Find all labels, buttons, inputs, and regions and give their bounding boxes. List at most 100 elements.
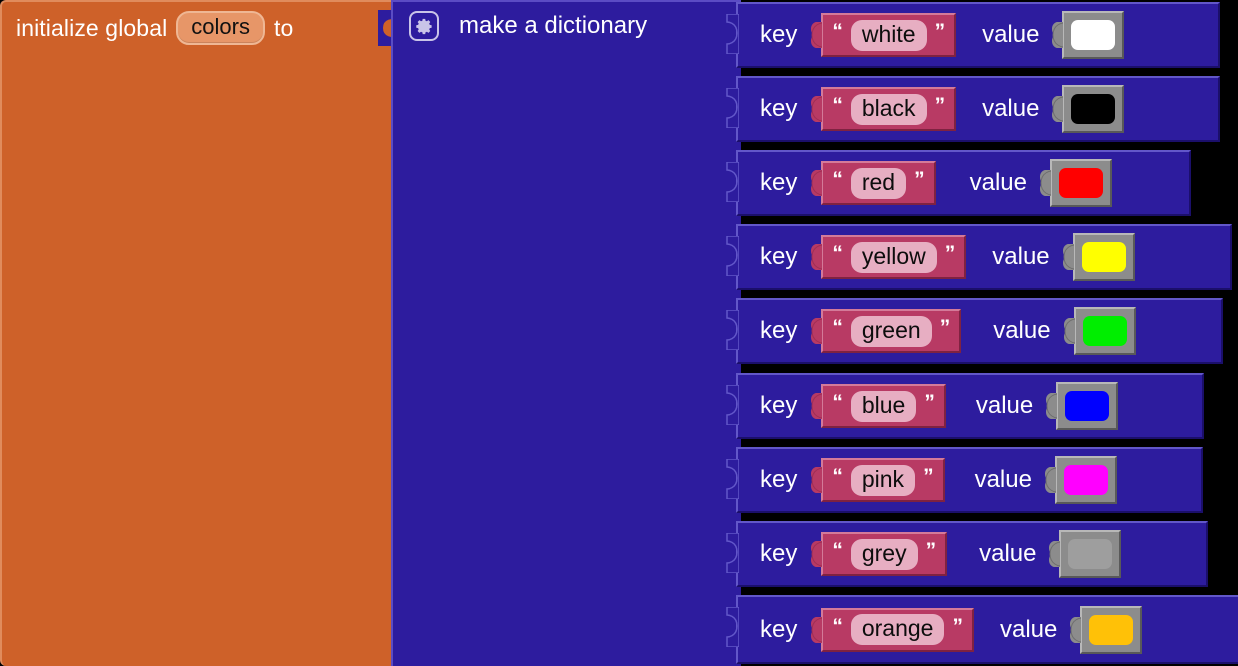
color-swatch[interactable]: [1082, 316, 1127, 346]
open-quote-icon: “: [832, 465, 843, 488]
string-plug-icon: [811, 96, 823, 122]
color-swatch[interactable]: [1071, 94, 1116, 124]
value-label: value: [982, 21, 1040, 48]
string-text-field[interactable]: red: [850, 167, 907, 199]
initialize-global-block[interactable]: initialize global colors to: [0, 0, 394, 666]
color-plug-icon: [1070, 616, 1082, 643]
string-plug-icon: [811, 467, 823, 493]
string-block-body: “ white ”: [821, 13, 957, 57]
color-swatch[interactable]: [1081, 242, 1126, 272]
color-plug-icon: [1049, 541, 1061, 567]
string-block-body: “ yellow ”: [821, 235, 967, 279]
text-string-block[interactable]: “ black ”: [811, 87, 957, 131]
string-text-field[interactable]: black: [850, 93, 927, 125]
close-quote-icon: ”: [944, 242, 956, 265]
blocks-canvas: initialize global colors to make a dicti…: [0, 0, 1238, 666]
key-value-pair-row[interactable]: key “ white ” value: [726, 2, 1220, 68]
text-string-block[interactable]: “ pink ”: [811, 458, 945, 502]
color-block[interactable]: [1052, 85, 1125, 133]
color-plug-icon: [1039, 170, 1052, 196]
open-quote-icon: “: [832, 391, 843, 414]
value-label: value: [979, 540, 1037, 567]
text-string-block[interactable]: “ orange ”: [811, 607, 974, 652]
close-quote-icon: ”: [914, 168, 925, 191]
color-plug-icon: [1044, 467, 1057, 493]
key-label: key: [760, 392, 798, 419]
color-block-body: [1062, 85, 1125, 133]
color-plug-icon: [1063, 318, 1075, 344]
key-label: key: [760, 466, 798, 493]
color-plug-icon: [1052, 22, 1064, 48]
string-block-body: “ grey ”: [821, 532, 948, 576]
text-string-block[interactable]: “ blue ”: [811, 384, 946, 428]
string-text-field[interactable]: pink: [850, 464, 916, 496]
color-block[interactable]: [1052, 11, 1125, 59]
string-plug-icon: [811, 616, 823, 643]
string-text-field[interactable]: green: [850, 315, 932, 347]
key-label: key: [760, 243, 798, 270]
open-quote-icon: “: [832, 539, 843, 562]
key-label: key: [760, 21, 798, 48]
value-label: value: [999, 615, 1058, 643]
make-a-dictionary-block[interactable]: make a dictionary: [391, 0, 741, 666]
color-block[interactable]: [1046, 382, 1119, 430]
color-swatch[interactable]: [1065, 391, 1110, 421]
string-text-field[interactable]: blue: [850, 390, 917, 422]
string-text-field[interactable]: grey: [850, 538, 918, 570]
key-value-pair-row[interactable]: key “ yellow ” value: [726, 224, 1232, 290]
color-block-body: [1054, 456, 1117, 504]
string-text-field[interactable]: orange: [850, 614, 945, 645]
string-block-body: “ black ”: [821, 87, 957, 131]
text-string-block[interactable]: “ white ”: [811, 13, 957, 57]
text-string-block[interactable]: “ grey ”: [811, 532, 948, 576]
color-swatch[interactable]: [1089, 614, 1134, 645]
string-text-field[interactable]: white: [850, 19, 927, 51]
text-string-block[interactable]: “ green ”: [811, 309, 962, 353]
close-quote-icon: ”: [939, 316, 951, 339]
gear-icon: [415, 18, 432, 34]
color-block-body: [1072, 233, 1135, 281]
color-block[interactable]: [1049, 530, 1122, 578]
key-value-pair-row[interactable]: key “ pink ” value: [726, 447, 1203, 513]
global-variable-name-field[interactable]: colors: [176, 11, 265, 45]
open-quote-icon: “: [832, 94, 843, 117]
key-value-pair-row[interactable]: key “ black ” value: [726, 76, 1220, 142]
key-label: key: [760, 317, 798, 344]
color-swatch[interactable]: [1071, 20, 1116, 50]
value-label: value: [975, 392, 1034, 419]
color-swatch[interactable]: [1058, 168, 1103, 198]
close-quote-icon: ”: [934, 94, 946, 117]
color-swatch[interactable]: [1068, 539, 1113, 569]
open-quote-icon: “: [832, 168, 843, 191]
color-block-body: [1080, 605, 1143, 654]
key-value-pair-row[interactable]: key “ orange ” value: [726, 595, 1238, 664]
key-value-pair-row[interactable]: key “ grey ” value: [726, 521, 1208, 587]
color-block[interactable]: [1063, 307, 1136, 355]
text-string-block[interactable]: “ yellow ”: [811, 235, 967, 279]
key-value-pair-row[interactable]: key “ blue ” value: [726, 373, 1204, 439]
color-block[interactable]: [1039, 159, 1112, 207]
string-text-field[interactable]: yellow: [850, 241, 937, 273]
text-string-block[interactable]: “ red ”: [811, 161, 936, 205]
color-block[interactable]: [1062, 233, 1135, 281]
color-block[interactable]: [1070, 605, 1143, 654]
initialize-global-row: initialize global colors to: [16, 10, 293, 46]
value-label: value: [969, 169, 1027, 196]
key-value-pair-row[interactable]: key “ red ” value: [726, 150, 1191, 216]
color-plug-icon: [1046, 393, 1058, 419]
string-block-body: “ red ”: [821, 161, 936, 205]
string-plug-icon: [811, 541, 823, 567]
value-label: value: [992, 243, 1050, 270]
string-plug-icon: [811, 318, 823, 344]
string-block-body: “ orange ”: [821, 607, 974, 652]
color-block-body: [1056, 382, 1119, 430]
string-block-body: “ green ”: [821, 309, 962, 353]
close-quote-icon: ”: [923, 465, 934, 488]
key-value-pair-row[interactable]: key “ green ” value: [726, 298, 1223, 364]
dictionary-header: make a dictionary: [409, 11, 647, 41]
color-swatch[interactable]: [1063, 465, 1108, 495]
mutator-button[interactable]: [409, 11, 439, 41]
color-block[interactable]: [1044, 456, 1117, 504]
color-block-body: [1062, 11, 1125, 59]
string-plug-icon: [811, 22, 823, 48]
